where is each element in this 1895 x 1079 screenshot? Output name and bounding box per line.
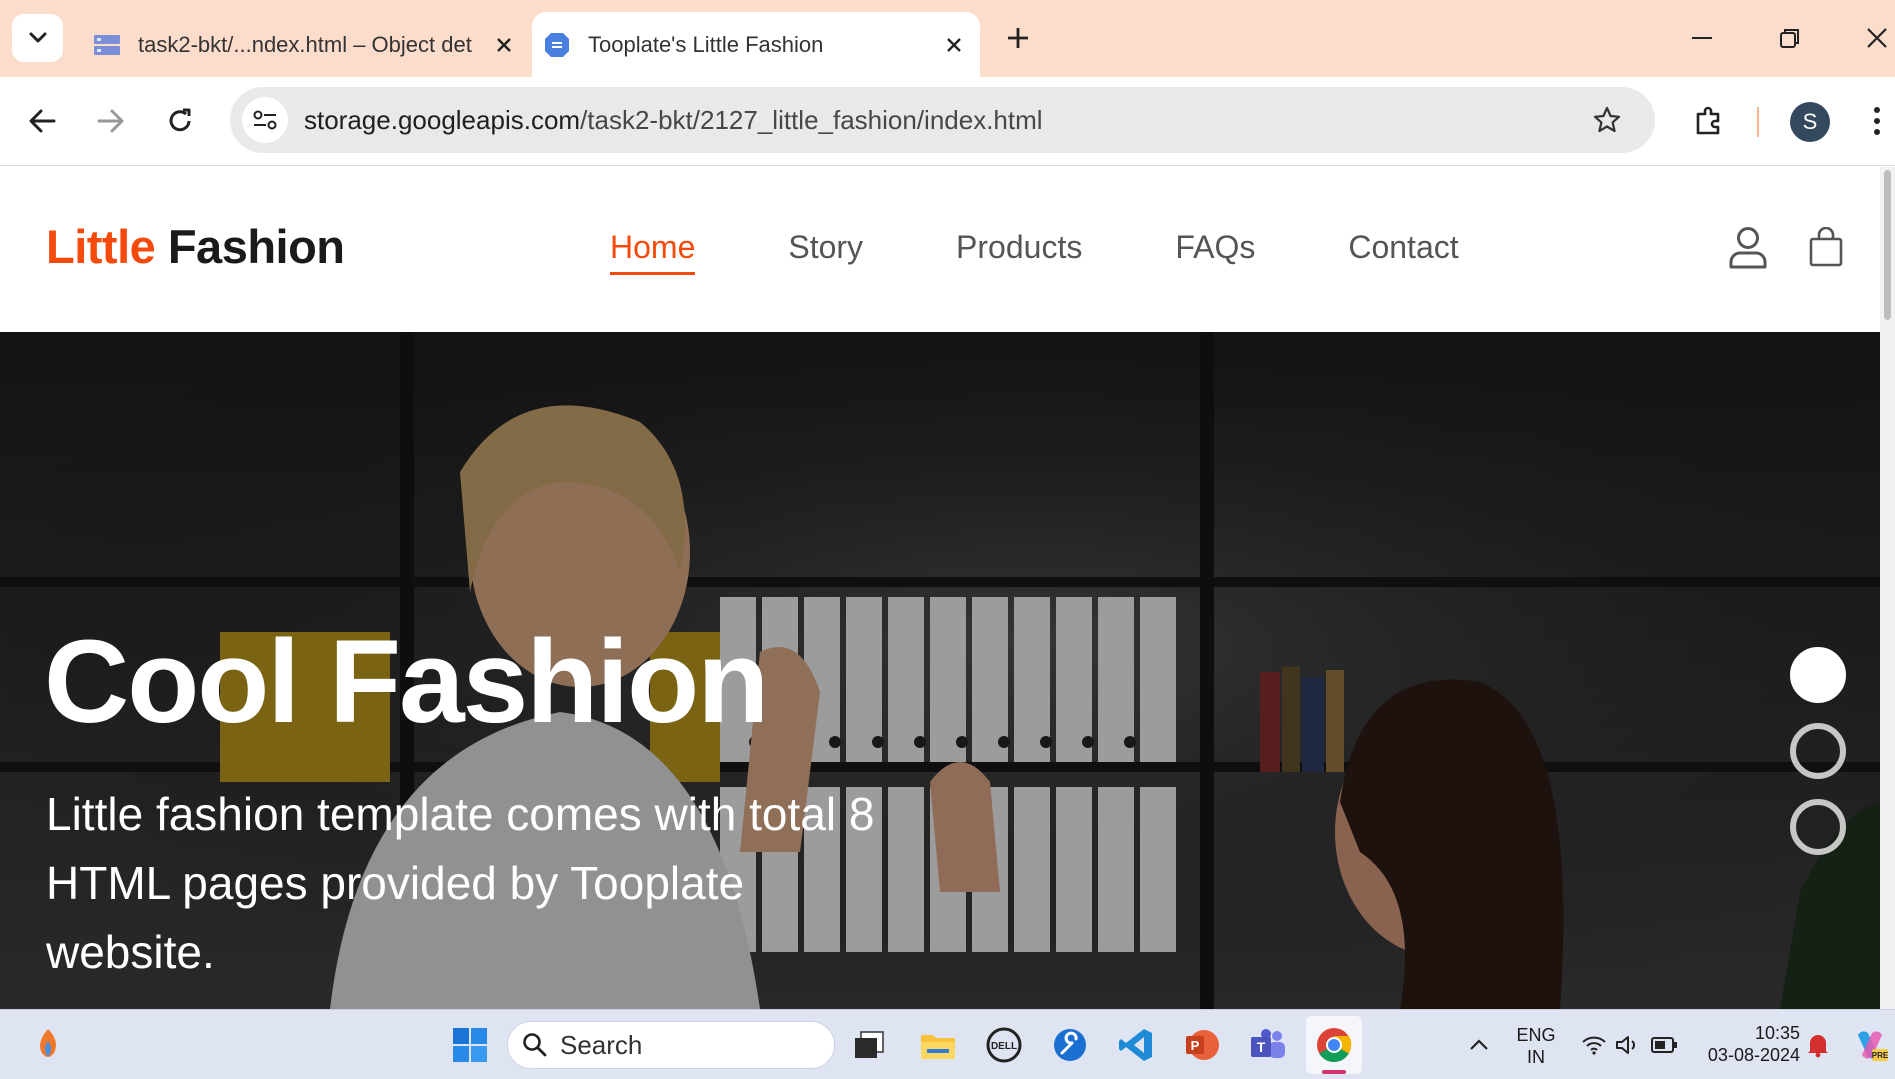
close-icon: [1867, 28, 1887, 48]
user-icon[interactable]: [1728, 225, 1768, 269]
hero-description: Little fashion template comes with total…: [46, 788, 875, 978]
storage-bucket-icon: [92, 33, 122, 57]
scrollbar-thumb[interactable]: [1884, 170, 1891, 320]
page-scrollbar[interactable]: [1880, 167, 1895, 1009]
vscode-icon[interactable]: [1112, 1021, 1160, 1069]
close-window-button[interactable]: [1855, 16, 1895, 60]
site-navbar: Little Fashion Home Story Products FAQs …: [0, 167, 1880, 332]
url-text: storage.googleapis.com/task2-bkt/2127_li…: [304, 105, 1043, 136]
close-tab-icon[interactable]: [486, 27, 522, 63]
url-path: /task2-bkt/2127_little_fashion/index.htm…: [580, 104, 1043, 135]
tab-search-button[interactable]: [12, 14, 63, 62]
nav-link-home[interactable]: Home: [610, 229, 696, 275]
browser-menu-button[interactable]: [1862, 97, 1892, 145]
nav-link-faqs[interactable]: FAQs: [1175, 229, 1255, 275]
browser-tab-object-details[interactable]: task2-bkt/...ndex.html – Object det: [82, 12, 530, 77]
browser-tab-little-fashion[interactable]: Tooplate's Little Fashion: [532, 12, 980, 77]
task-view-icon[interactable]: [845, 1021, 893, 1069]
browser-tabstrip: task2-bkt/...ndex.html – Object det Toop…: [0, 0, 1895, 77]
region-code: IN: [1527, 1047, 1545, 1067]
hero-title: Cool Fashion: [44, 616, 769, 748]
reload-icon: [169, 108, 191, 132]
address-bar[interactable]: storage.googleapis.com/task2-bkt/2127_li…: [230, 87, 1655, 153]
reload-button[interactable]: [156, 97, 204, 145]
copilot-icon[interactable]: PRE: [1846, 1021, 1894, 1069]
clock[interactable]: 10:35 03-08-2024: [1694, 1022, 1800, 1066]
chevron-down-icon: [29, 32, 46, 43]
minimize-icon: [1692, 37, 1712, 39]
site-logo[interactable]: Little Fashion: [46, 219, 345, 274]
taskbar-search[interactable]: Search: [507, 1021, 835, 1069]
tab-title: Tooplate's Little Fashion: [588, 31, 824, 57]
star-icon: [1593, 106, 1621, 133]
language-indicator[interactable]: ENG IN: [1510, 1024, 1562, 1068]
minimize-button[interactable]: [1680, 16, 1724, 60]
forward-button[interactable]: [87, 97, 135, 145]
powerpoint-icon[interactable]: P: [1178, 1021, 1226, 1069]
clock-date: 03-08-2024: [1707, 1045, 1800, 1065]
windows-start-icon[interactable]: [446, 1021, 494, 1069]
hero-slider: Cool Fashion Little fashion template com…: [0, 332, 1880, 1009]
windows-taskbar: Search DELL P T ENG IN 10:35 03-08-2024 …: [0, 1009, 1895, 1079]
chrome-icon[interactable]: [1310, 1021, 1358, 1069]
slider-pagination: [1790, 647, 1846, 875]
nav-link-story[interactable]: Story: [788, 229, 863, 275]
close-tab-icon[interactable]: [936, 27, 972, 63]
url-host: storage.googleapis.com: [304, 104, 581, 135]
slide-dot-3[interactable]: [1790, 799, 1846, 855]
restore-button[interactable]: [1768, 16, 1812, 60]
slide-dot-2[interactable]: [1790, 723, 1846, 779]
taskbar-search-label: Search: [560, 1029, 643, 1060]
more-vertical-icon: [1874, 107, 1880, 135]
puzzle-icon: [1696, 106, 1720, 135]
dell-icon[interactable]: DELL: [980, 1021, 1028, 1069]
tune-icon: [253, 110, 277, 130]
show-hidden-icons-chevron-up-icon[interactable]: [1455, 1021, 1503, 1069]
site-info-button[interactable]: [242, 97, 288, 143]
nav-link-contact[interactable]: Contact: [1348, 229, 1458, 275]
svg-text:PRE: PRE: [1872, 1051, 1888, 1060]
language-code: ENG: [1516, 1025, 1556, 1045]
restore-icon: [1780, 29, 1799, 48]
svg-text:T: T: [1257, 1039, 1266, 1055]
shopping-bag-icon[interactable]: [1808, 227, 1844, 267]
widgets-icon[interactable]: [24, 1021, 72, 1069]
site-menu: Home Story Products FAQs Contact: [610, 229, 1552, 275]
arrow-right-icon: [97, 109, 124, 133]
teams-icon[interactable]: T: [1244, 1021, 1292, 1069]
back-button[interactable]: [18, 97, 66, 145]
clock-time: 10:35: [1754, 1023, 1800, 1043]
battery-icon[interactable]: [1640, 1021, 1688, 1069]
tab-title: task2-bkt/...ndex.html – Object det: [138, 31, 472, 57]
bookmark-star-button[interactable]: [1589, 102, 1625, 138]
slide-dot-1[interactable]: [1790, 647, 1846, 703]
support-assist-icon[interactable]: [1046, 1021, 1094, 1069]
notification-bell-icon[interactable]: [1794, 1021, 1842, 1069]
chrome-running-indicator: [1322, 1070, 1346, 1074]
brand-main-text: Fashion: [167, 220, 345, 273]
arrow-left-icon: [29, 109, 56, 133]
toolbar-separator: [1757, 107, 1759, 137]
plus-icon: [1008, 28, 1028, 48]
web-page: Little Fashion Home Story Products FAQs …: [0, 167, 1895, 1009]
profile-avatar[interactable]: S: [1790, 102, 1830, 142]
nav-link-products[interactable]: Products: [956, 229, 1082, 275]
svg-text:P: P: [1191, 1038, 1200, 1053]
search-icon: [523, 1033, 547, 1057]
file-explorer-icon[interactable]: [914, 1021, 962, 1069]
extensions-button[interactable]: [1685, 97, 1733, 145]
browser-toolbar: storage.googleapis.com/task2-bkt/2127_li…: [0, 77, 1895, 166]
svg-text:DELL: DELL: [991, 1041, 1017, 1052]
new-tab-button[interactable]: [1000, 20, 1036, 56]
brand-accent-text: Little: [46, 220, 156, 273]
document-favicon-icon: [542, 32, 572, 57]
